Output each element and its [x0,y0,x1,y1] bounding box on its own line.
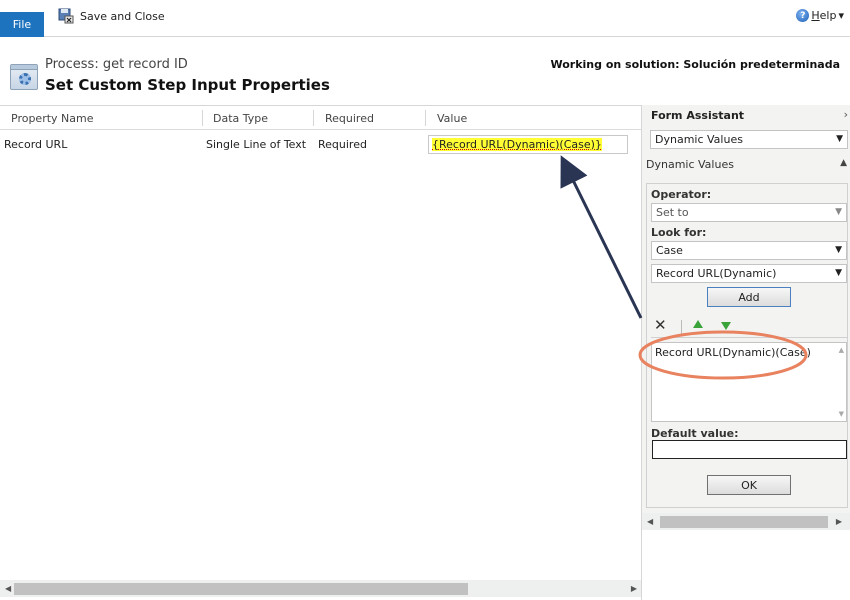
dropdown-arrow-icon: ▼ [835,207,842,217]
cell-data-type: Single Line of Text [206,137,307,151]
scrollbar-thumb[interactable] [660,516,828,528]
grid-header: Property Name Data Type Required Value [0,106,641,130]
properties-grid: Property Name Data Type Required Value R… [0,105,642,600]
list-item[interactable]: Record URL(Dynamic)(Case) [655,346,811,359]
ribbon: File Save and Close ? Help ▾ [0,0,850,37]
scroll-left-icon[interactable]: ◀ [647,517,653,526]
scroll-right-icon[interactable]: ▶ [631,584,637,593]
delete-icon[interactable]: ✕ [654,316,667,334]
save-and-close-label: Save and Close [80,9,165,23]
look-for-label: Look for: [651,226,707,239]
chevron-down-icon: ▾ [838,9,844,22]
look-for-entity-select[interactable]: Case ▼ [651,241,847,260]
grid-horizontal-scrollbar[interactable]: ◀ ▶ [0,580,641,597]
column-header-property-name[interactable]: Property Name [11,106,94,130]
column-header-value[interactable]: Value [437,106,467,130]
dropdown-arrow-icon: ▼ [835,268,842,278]
dynamic-values-list[interactable]: Record URL(Dynamic)(Case) ▲ ▼ [651,342,847,422]
help-label: Help [811,9,837,22]
add-button[interactable]: Add [707,287,791,307]
scrollbar-thumb[interactable] [14,583,468,595]
scroll-down-icon[interactable]: ▼ [839,410,844,418]
cell-required: Required [318,137,367,151]
assistant-mode-select[interactable]: Dynamic Values ▼ [650,130,848,149]
values-toolbar: ✕ [651,316,847,338]
process-settings-icon [10,64,38,90]
column-header-required[interactable]: Required [325,106,374,130]
move-down-icon[interactable] [721,322,731,330]
look-for-entity-value: Case [656,244,683,257]
form-assistant-panel: Form Assistant › Dynamic Values ▼ Dynami… [642,105,850,530]
expand-panel-icon[interactable]: › [844,108,848,121]
section-label-dynamic-values: Dynamic Values [646,158,734,171]
collapse-icon[interactable]: ▲ [840,158,847,168]
ok-button[interactable]: OK [707,475,791,495]
dynamic-values-box: Operator: Set to ▼ Look for: Case ▼ Reco… [646,183,848,508]
value-text: {Record URL(Dynamic)(Case)} [432,138,602,151]
save-and-close-button[interactable]: Save and Close [58,8,165,24]
dropdown-arrow-icon: ▼ [835,245,842,255]
scroll-up-icon[interactable]: ▲ [839,346,844,354]
form-assistant-title: Form Assistant [651,109,745,122]
default-value-input[interactable] [652,440,847,459]
move-up-icon[interactable] [693,320,703,328]
scroll-right-icon[interactable]: ▶ [836,517,842,526]
cell-property-name: Record URL [4,137,68,151]
default-value-label: Default value: [651,427,739,440]
gear-icon [19,73,31,85]
look-for-field-select[interactable]: Record URL(Dynamic) ▼ [651,264,847,283]
column-header-data-type[interactable]: Data Type [213,106,268,130]
look-for-field-value: Record URL(Dynamic) [656,267,777,280]
page-title: Set Custom Step Input Properties [45,76,330,94]
assistant-mode-value: Dynamic Values [655,133,743,146]
process-name: Process: get record ID [45,57,188,72]
help-icon: ? [796,9,810,22]
value-input[interactable]: {Record URL(Dynamic)(Case)} [428,135,628,154]
operator-value: Set to [656,206,689,219]
dropdown-arrow-icon: ▼ [836,134,843,144]
operator-label: Operator: [651,188,712,201]
operator-select[interactable]: Set to ▼ [651,203,847,222]
solution-label: Working on solution: Solución predetermi… [550,58,840,71]
file-tab[interactable]: File [0,12,44,37]
page-header: Process: get record ID Set Custom Step I… [0,52,850,102]
table-row[interactable]: Record URL Single Line of Text Required … [0,131,641,157]
scroll-left-icon[interactable]: ◀ [5,584,11,593]
panel-horizontal-scrollbar[interactable]: ◀ ▶ [642,513,850,530]
help-button[interactable]: ? Help ▾ [796,9,844,22]
save-close-icon [58,8,74,24]
